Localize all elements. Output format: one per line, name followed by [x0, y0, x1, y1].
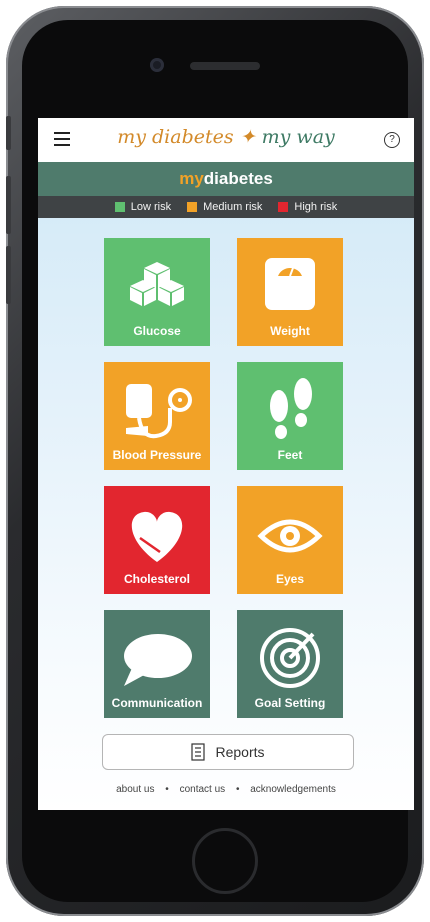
tile-eyes[interactable]: Eyes [237, 486, 343, 594]
tile-glucose[interactable]: Glucose [104, 238, 210, 346]
document-icon [191, 743, 206, 761]
footer-links: about us • contact us • acknowledgements [38, 784, 414, 795]
volume-down-button [6, 246, 11, 304]
volume-up-button [6, 176, 11, 234]
earpiece-speaker [190, 62, 260, 70]
acknowledgements-link[interactable]: acknowledgements [250, 784, 336, 795]
title-diabetes: diabetes [203, 169, 273, 188]
tile-label: Weight [270, 324, 310, 338]
brand-text-1: my diabetes [117, 126, 234, 148]
legend-high-risk: High risk [278, 201, 337, 213]
tile-feet[interactable]: Feet [237, 362, 343, 470]
brand-separator: ✦ [233, 126, 262, 148]
high-risk-swatch [278, 202, 289, 212]
tile-label: Goal Setting [254, 696, 326, 710]
reports-button[interactable]: Reports [102, 734, 354, 770]
contact-us-link[interactable]: contact us [180, 784, 226, 795]
tile-label: Glucose [133, 324, 181, 338]
low-risk-swatch [114, 202, 125, 212]
title-my: my [179, 169, 204, 188]
brand-logo: my diabetes ✦ my way [38, 126, 414, 148]
tile-communication[interactable]: Communication [104, 610, 210, 718]
legend-label: High risk [294, 201, 338, 213]
footer-separator: • [235, 784, 240, 795]
home-button[interactable] [192, 828, 258, 894]
page-title: mydiabetes [38, 162, 414, 196]
tile-goal-setting[interactable]: Goal Setting [237, 610, 343, 718]
legend-label: Low risk [130, 201, 172, 213]
tile-label: Communication [111, 696, 203, 710]
brand-text-2: my way [261, 126, 335, 148]
footer-separator: • [165, 784, 169, 795]
tile-label: Blood Pressure [112, 448, 202, 462]
tile-label: Eyes [275, 572, 305, 586]
tile-label: Feet [277, 448, 303, 462]
about-us-link[interactable]: about us [116, 784, 154, 795]
legend-low-risk: Low risk [114, 201, 172, 213]
app-header: my diabetes ✦ my way ? [38, 118, 414, 163]
risk-legend: Low risk Medium risk High risk [38, 196, 414, 218]
tile-cholesterol[interactable]: Cholesterol [104, 486, 210, 594]
tile-blood-pressure[interactable]: Blood Pressure [104, 362, 210, 470]
reports-label: Reports [215, 744, 265, 760]
legend-label: Medium risk [203, 201, 263, 213]
tile-label: Cholesterol [123, 572, 190, 586]
help-icon[interactable]: ? [384, 132, 400, 148]
tile-weight[interactable]: Weight [237, 238, 343, 346]
front-camera [150, 58, 164, 72]
mute-switch [6, 116, 11, 150]
legend-medium-risk: Medium risk [187, 201, 262, 213]
medium-risk-swatch [187, 202, 198, 212]
app-screen: my diabetes ✦ my way ? mydiabetes Low ri… [38, 118, 414, 810]
